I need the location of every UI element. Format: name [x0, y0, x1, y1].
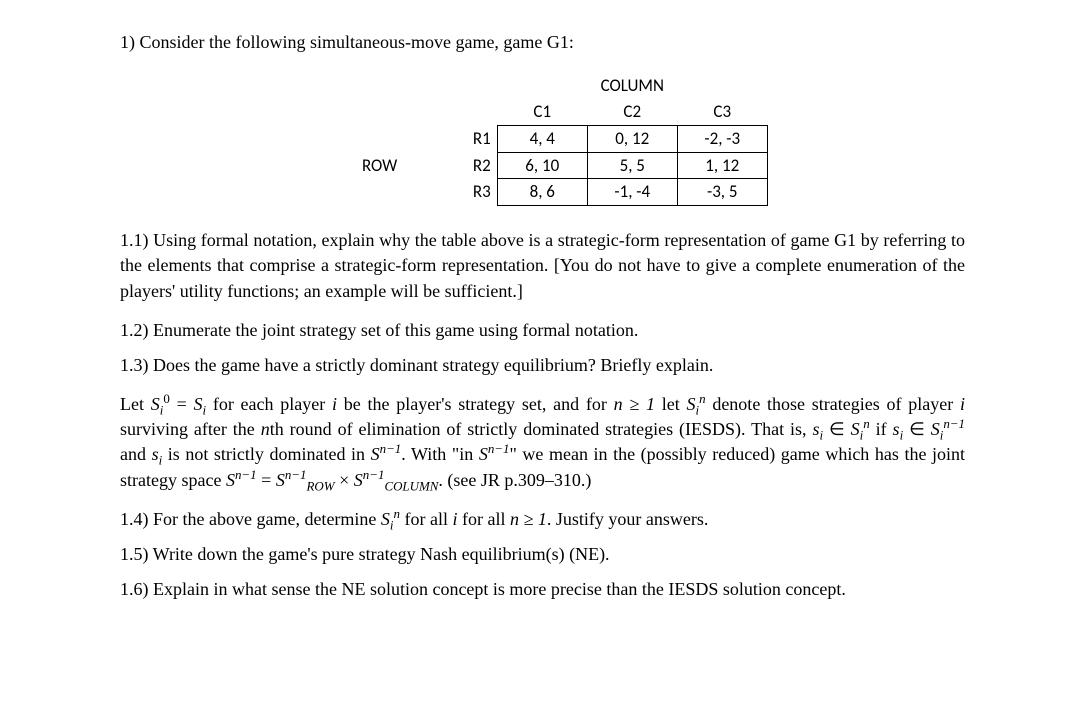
row-player-label: ROW	[317, 152, 407, 179]
question-intro: 1) Consider the following simultaneous-m…	[120, 30, 965, 55]
col-header-c3: C3	[677, 99, 767, 125]
column-player-label: COLUMN	[497, 73, 767, 99]
question-1-2: 1.2) Enumerate the joint strategy set of…	[120, 318, 965, 343]
payoff-r3c1: 8, 6	[497, 179, 587, 206]
payoff-r3c3: -3, 5	[677, 179, 767, 206]
col-header-c1: C1	[497, 99, 587, 125]
question-1-6: 1.6) Explain in what sense the NE soluti…	[120, 577, 965, 602]
payoff-r2c3: 1, 12	[677, 152, 767, 179]
payoff-r1c2: 0, 12	[587, 125, 677, 152]
payoff-r2c1: 6, 10	[497, 152, 587, 179]
question-1-5: 1.5) Write down the game's pure strategy…	[120, 542, 965, 567]
question-1-1: 1.1) Using formal notation, explain why …	[120, 228, 965, 304]
payoff-r1c3: -2, -3	[677, 125, 767, 152]
iesds-definition: Let Si0 = Si for each player i be the pl…	[120, 392, 965, 493]
row-header-r3: R3	[407, 179, 497, 206]
question-1-4: 1.4) For the above game, determine Sin f…	[120, 507, 965, 532]
question-1-3: 1.3) Does the game have a strictly domin…	[120, 353, 965, 378]
row-header-r2: R2	[407, 152, 497, 179]
payoff-matrix: COLUMN C1 C2 C3 R1 4, 4 0, 12 -2, -3 ROW…	[317, 73, 768, 206]
payoff-r2c2: 5, 5	[587, 152, 677, 179]
row-header-r1: R1	[407, 125, 497, 152]
game-table-container: COLUMN C1 C2 C3 R1 4, 4 0, 12 -2, -3 ROW…	[120, 73, 965, 206]
col-header-c2: C2	[587, 99, 677, 125]
payoff-r3c2: -1, -4	[587, 179, 677, 206]
payoff-r1c1: 4, 4	[497, 125, 587, 152]
